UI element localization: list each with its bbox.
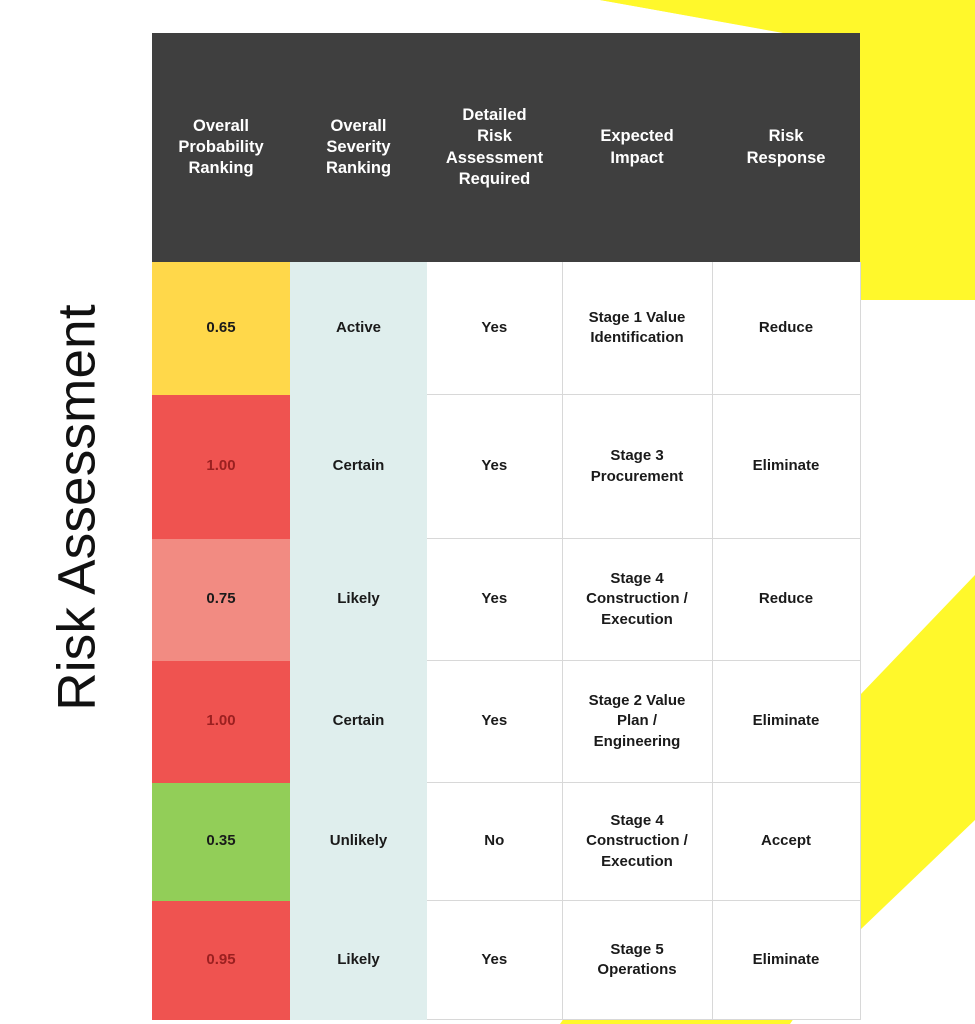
cell-probability: 0.65 (152, 262, 290, 395)
column-header-detailed-risk-assessment-required: Detailed Risk Assessment Required (427, 33, 562, 262)
header-line: Probability (178, 137, 264, 156)
cell-probability: 0.35 (152, 782, 290, 901)
cell-risk-response: Eliminate (712, 394, 861, 539)
header-line: Ranking (188, 159, 254, 178)
cell-severity: Likely (290, 900, 427, 1020)
cell-line: Stage 1 Value (588, 308, 686, 326)
column-header-expected-impact: Expected Impact (562, 33, 712, 262)
table-row: 0.75 Likely Yes Stage 4 Construction / Exe… (152, 538, 861, 661)
cell-risk-response: Eliminate (712, 900, 861, 1020)
cell-line: Procurement (590, 467, 684, 485)
cell-severity: Unlikely (290, 782, 427, 901)
cell-line: Stage 4 (610, 570, 664, 588)
yellow-diagonal-band-top-right-2 (600, 0, 860, 33)
header-line: Detailed (462, 106, 527, 125)
column-header-risk-response: Risk Response (712, 33, 860, 262)
cell-severity: Likely (290, 538, 427, 661)
table-body: 0.65 Active Yes Stage 1 Value Identificat… (152, 262, 861, 1020)
cell-line: Stage 2 Value (588, 692, 686, 710)
cell-probability: 0.95 (152, 900, 290, 1020)
cell-probability: 1.00 (152, 394, 290, 539)
yellow-parallelogram-right (860, 575, 975, 930)
cell-line: Construction / (586, 590, 688, 608)
header-line: Overall (330, 116, 387, 135)
cell-expected-impact: Stage 3 Procurement (562, 394, 713, 539)
header-line: Ranking (325, 159, 392, 178)
table-header-row: Overall Probability Ranking Overall Seve… (152, 33, 860, 262)
cell-expected-impact: Stage 4 Construction / Execution (562, 538, 713, 661)
cell-expected-impact: Stage 2 Value Plan / Engineering (562, 660, 713, 783)
page-title: Risk Assessment (47, 304, 107, 711)
table-header: Overall Probability Ranking Overall Seve… (152, 33, 860, 262)
risk-assessment-table-container: Overall Probability Ranking Overall Seve… (152, 33, 861, 1020)
cell-risk-response: Reduce (712, 262, 861, 395)
risk-assessment-table: Overall Probability Ranking Overall Seve… (152, 33, 861, 1020)
table-row: 0.65 Active Yes Stage 1 Value Identificat… (152, 262, 861, 395)
cell-expected-impact: Stage 1 Value Identification (562, 262, 713, 395)
header-line: Severity (326, 137, 391, 156)
cell-probability: 0.75 (152, 538, 290, 661)
cell-severity: Certain (290, 394, 427, 539)
cell-detailed-required: Yes (427, 660, 563, 783)
table-row: 0.35 Unlikely No Stage 4 Construction / Ex… (152, 782, 861, 901)
cell-line: Plan / (616, 712, 657, 730)
cell-risk-response: Eliminate (712, 660, 861, 783)
column-header-overall-probability-ranking: Overall Probability Ranking (152, 33, 290, 262)
cell-probability: 1.00 (152, 660, 290, 783)
cell-line: Engineering (593, 732, 681, 750)
header-line: Risk (477, 127, 512, 146)
cell-severity: Certain (290, 660, 427, 783)
cell-line: Execution (601, 610, 673, 628)
cell-line: Construction / (586, 832, 688, 850)
cell-risk-response: Reduce (712, 538, 861, 661)
cell-expected-impact: Stage 5 Operations (562, 900, 713, 1020)
cell-detailed-required: Yes (427, 900, 563, 1020)
cell-detailed-required: No (427, 782, 563, 901)
cell-detailed-required: Yes (427, 262, 563, 395)
cell-line: Identification (590, 329, 684, 346)
table-row: 1.00 Certain Yes Stage 2 Value Plan / Engi… (152, 660, 861, 783)
cell-detailed-required: Yes (427, 394, 563, 539)
table-row: 1.00 Certain Yes Stage 3 Procurement Elim… (152, 394, 861, 539)
header-line: Expected (600, 127, 674, 146)
header-line: Assessment (445, 148, 544, 167)
cell-detailed-required: Yes (427, 538, 563, 661)
header-line: Required (458, 169, 531, 188)
header-line: Risk (768, 127, 804, 146)
cell-severity: Active (290, 262, 427, 395)
cell-line: Execution (601, 852, 673, 870)
header-line: Overall (193, 116, 249, 135)
cell-line: Operations (597, 961, 677, 978)
cell-line: Stage 3 (610, 447, 664, 465)
header-line: Response (746, 148, 826, 167)
cell-expected-impact: Stage 4 Construction / Execution (562, 782, 713, 901)
cell-line: Stage 5 (610, 940, 664, 958)
cell-line: Stage 4 (610, 812, 664, 830)
yellow-diagonal-band-upper-fill (860, 0, 975, 295)
table-row: 0.95 Likely Yes Stage 5 Operations Elimin… (152, 900, 861, 1020)
column-header-overall-severity-ranking: Overall Severity Ranking (290, 33, 427, 262)
cell-risk-response: Accept (712, 782, 861, 901)
header-line: Impact (610, 148, 664, 167)
